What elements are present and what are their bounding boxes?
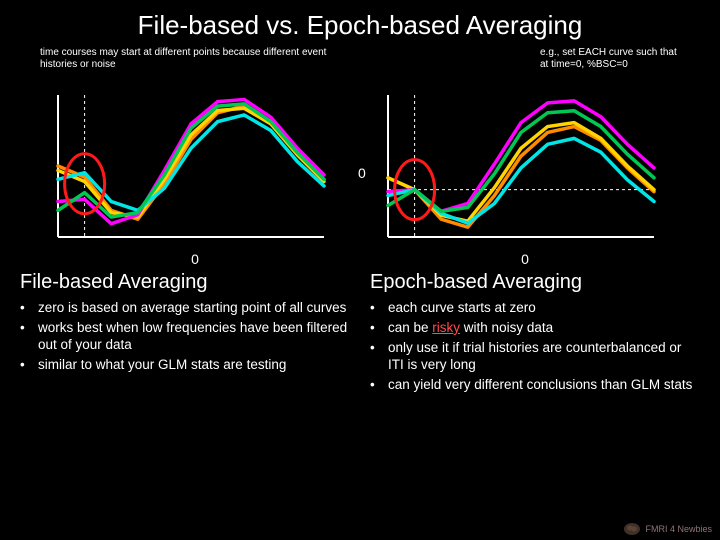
charts-row: time courses may start at different poin… — [0, 47, 720, 267]
left-col-title: File-based Averaging — [20, 271, 350, 294]
bullet-item: •zero is based on average starting point… — [20, 300, 350, 317]
bullet-item: •similar to what your GLM stats are test… — [20, 357, 350, 374]
left-text-col: File-based Averaging •zero is based on a… — [20, 271, 350, 396]
right-x-zero-label: 0 — [370, 251, 680, 267]
bullet-dot: • — [370, 377, 388, 394]
brain-icon — [623, 522, 641, 536]
bullet-text: similar to what your GLM stats are testi… — [38, 357, 286, 374]
right-text-col: Epoch-based Averaging •each curve starts… — [370, 271, 700, 396]
footer-logo: FMRI 4 Newbies — [623, 522, 712, 536]
left-bullets: •zero is based on average starting point… — [20, 300, 350, 374]
bullet-text: works best when low frequencies have bee… — [38, 320, 350, 354]
bullet-dot: • — [370, 300, 388, 317]
slide-title: File-based vs. Epoch-based Averaging — [0, 0, 720, 47]
left-chart — [40, 89, 330, 249]
right-bullets: •each curve starts at zero•can be risky … — [370, 300, 700, 393]
right-chart-note: e.g., set EACH curve such that at time=0… — [370, 47, 680, 85]
bullet-text: each curve starts at zero — [388, 300, 536, 317]
bullet-dot: • — [20, 320, 38, 354]
right-chart-column: e.g., set EACH curve such that at time=0… — [370, 47, 680, 267]
text-columns: File-based Averaging •zero is based on a… — [0, 267, 720, 396]
left-x-zero-label: 0 — [40, 251, 350, 267]
bullet-dot: • — [370, 340, 388, 374]
bullet-item: •each curve starts at zero — [370, 300, 700, 317]
logo-text: FMRI 4 Newbies — [645, 524, 712, 534]
bullet-item: •only use it if trial histories are coun… — [370, 340, 700, 374]
bullet-text: can be risky with noisy data — [388, 320, 553, 337]
risky-word: risky — [432, 320, 460, 335]
bullet-dot: • — [370, 320, 388, 337]
left-chart-note: time courses may start at different poin… — [40, 47, 350, 85]
bullet-item: •works best when low frequencies have be… — [20, 320, 350, 354]
bullet-item: •can be risky with noisy data — [370, 320, 700, 337]
bullet-text: can yield very different conclusions tha… — [388, 377, 692, 394]
bullet-item: •can yield very different conclusions th… — [370, 377, 700, 394]
bullet-text: zero is based on average starting point … — [38, 300, 346, 317]
bullet-dot: • — [20, 300, 38, 317]
bullet-dot: • — [20, 357, 38, 374]
bullet-text: only use it if trial histories are count… — [388, 340, 700, 374]
right-col-title: Epoch-based Averaging — [370, 271, 700, 294]
left-chart-column: time courses may start at different poin… — [40, 47, 350, 267]
right-y-zero-label: 0 — [358, 165, 366, 181]
right-chart — [370, 89, 660, 249]
